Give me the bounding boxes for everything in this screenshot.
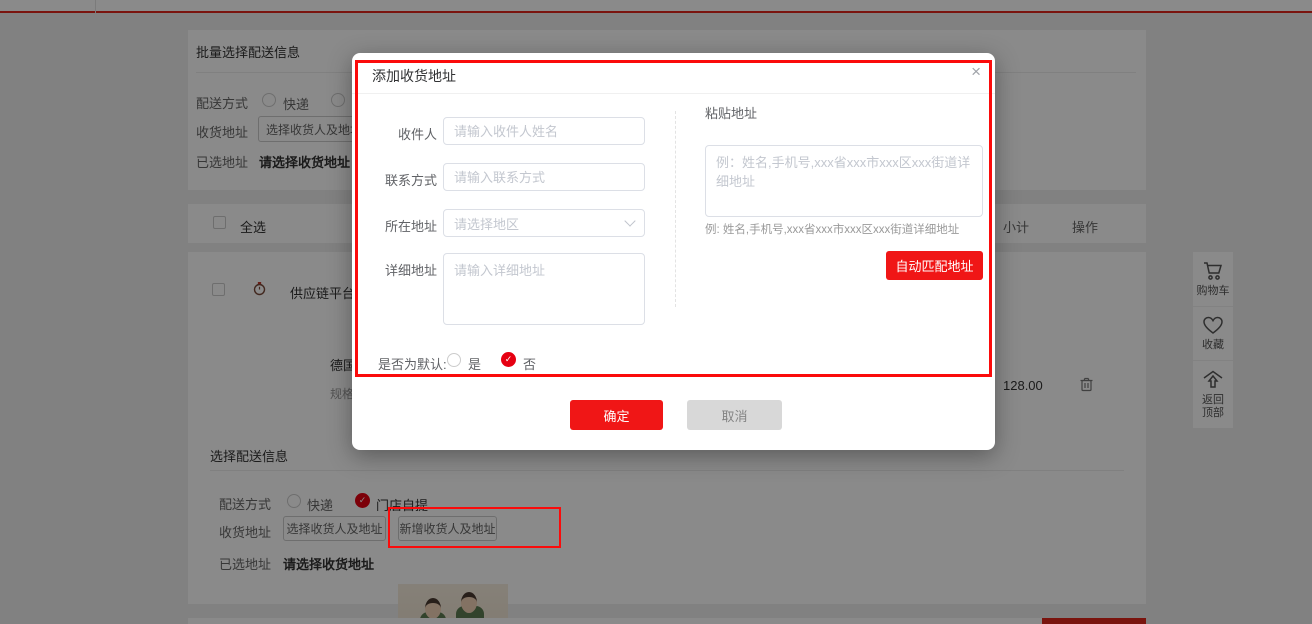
close-icon[interactable]: × (971, 62, 981, 82)
paste-address-hint: 例: 姓名,手机号,xxx省xxx市xxx区xxx街道详细地址 (705, 221, 959, 237)
contact-label: 联系方式 (357, 170, 437, 189)
detail-label: 详细地址 (357, 260, 437, 279)
recipient-input[interactable] (443, 117, 645, 145)
confirm-button[interactable]: 确定 (570, 400, 663, 430)
region-select[interactable]: 请选择地区 (443, 209, 645, 237)
modal-title: 添加收货地址 (372, 66, 456, 86)
contact-input[interactable] (443, 163, 645, 191)
add-address-modal: 添加收货地址 × 收件人 联系方式 所在地址 请选择地区 详细地址 粘贴地址 例… (352, 53, 995, 450)
default-no-radio-checked[interactable]: ✓ (501, 352, 516, 367)
default-no-label: 否 (523, 354, 536, 373)
recipient-label: 收件人 (357, 124, 437, 143)
default-label: 是否为默认: (378, 354, 447, 373)
paste-address-label: 粘贴地址 (705, 103, 757, 122)
detail-textarea[interactable] (443, 253, 645, 325)
region-select-placeholder: 请选择地区 (454, 214, 519, 233)
default-yes-label: 是 (468, 354, 481, 373)
auto-match-button[interactable]: 自动匹配地址 (886, 251, 983, 280)
modal-column-divider (675, 111, 676, 307)
chevron-down-icon (624, 215, 635, 226)
paste-address-textarea[interactable] (705, 145, 983, 217)
region-label: 所在地址 (357, 216, 437, 235)
modal-header-divider (352, 93, 995, 94)
cancel-button[interactable]: 取消 (687, 400, 782, 430)
default-yes-radio[interactable] (447, 353, 461, 367)
